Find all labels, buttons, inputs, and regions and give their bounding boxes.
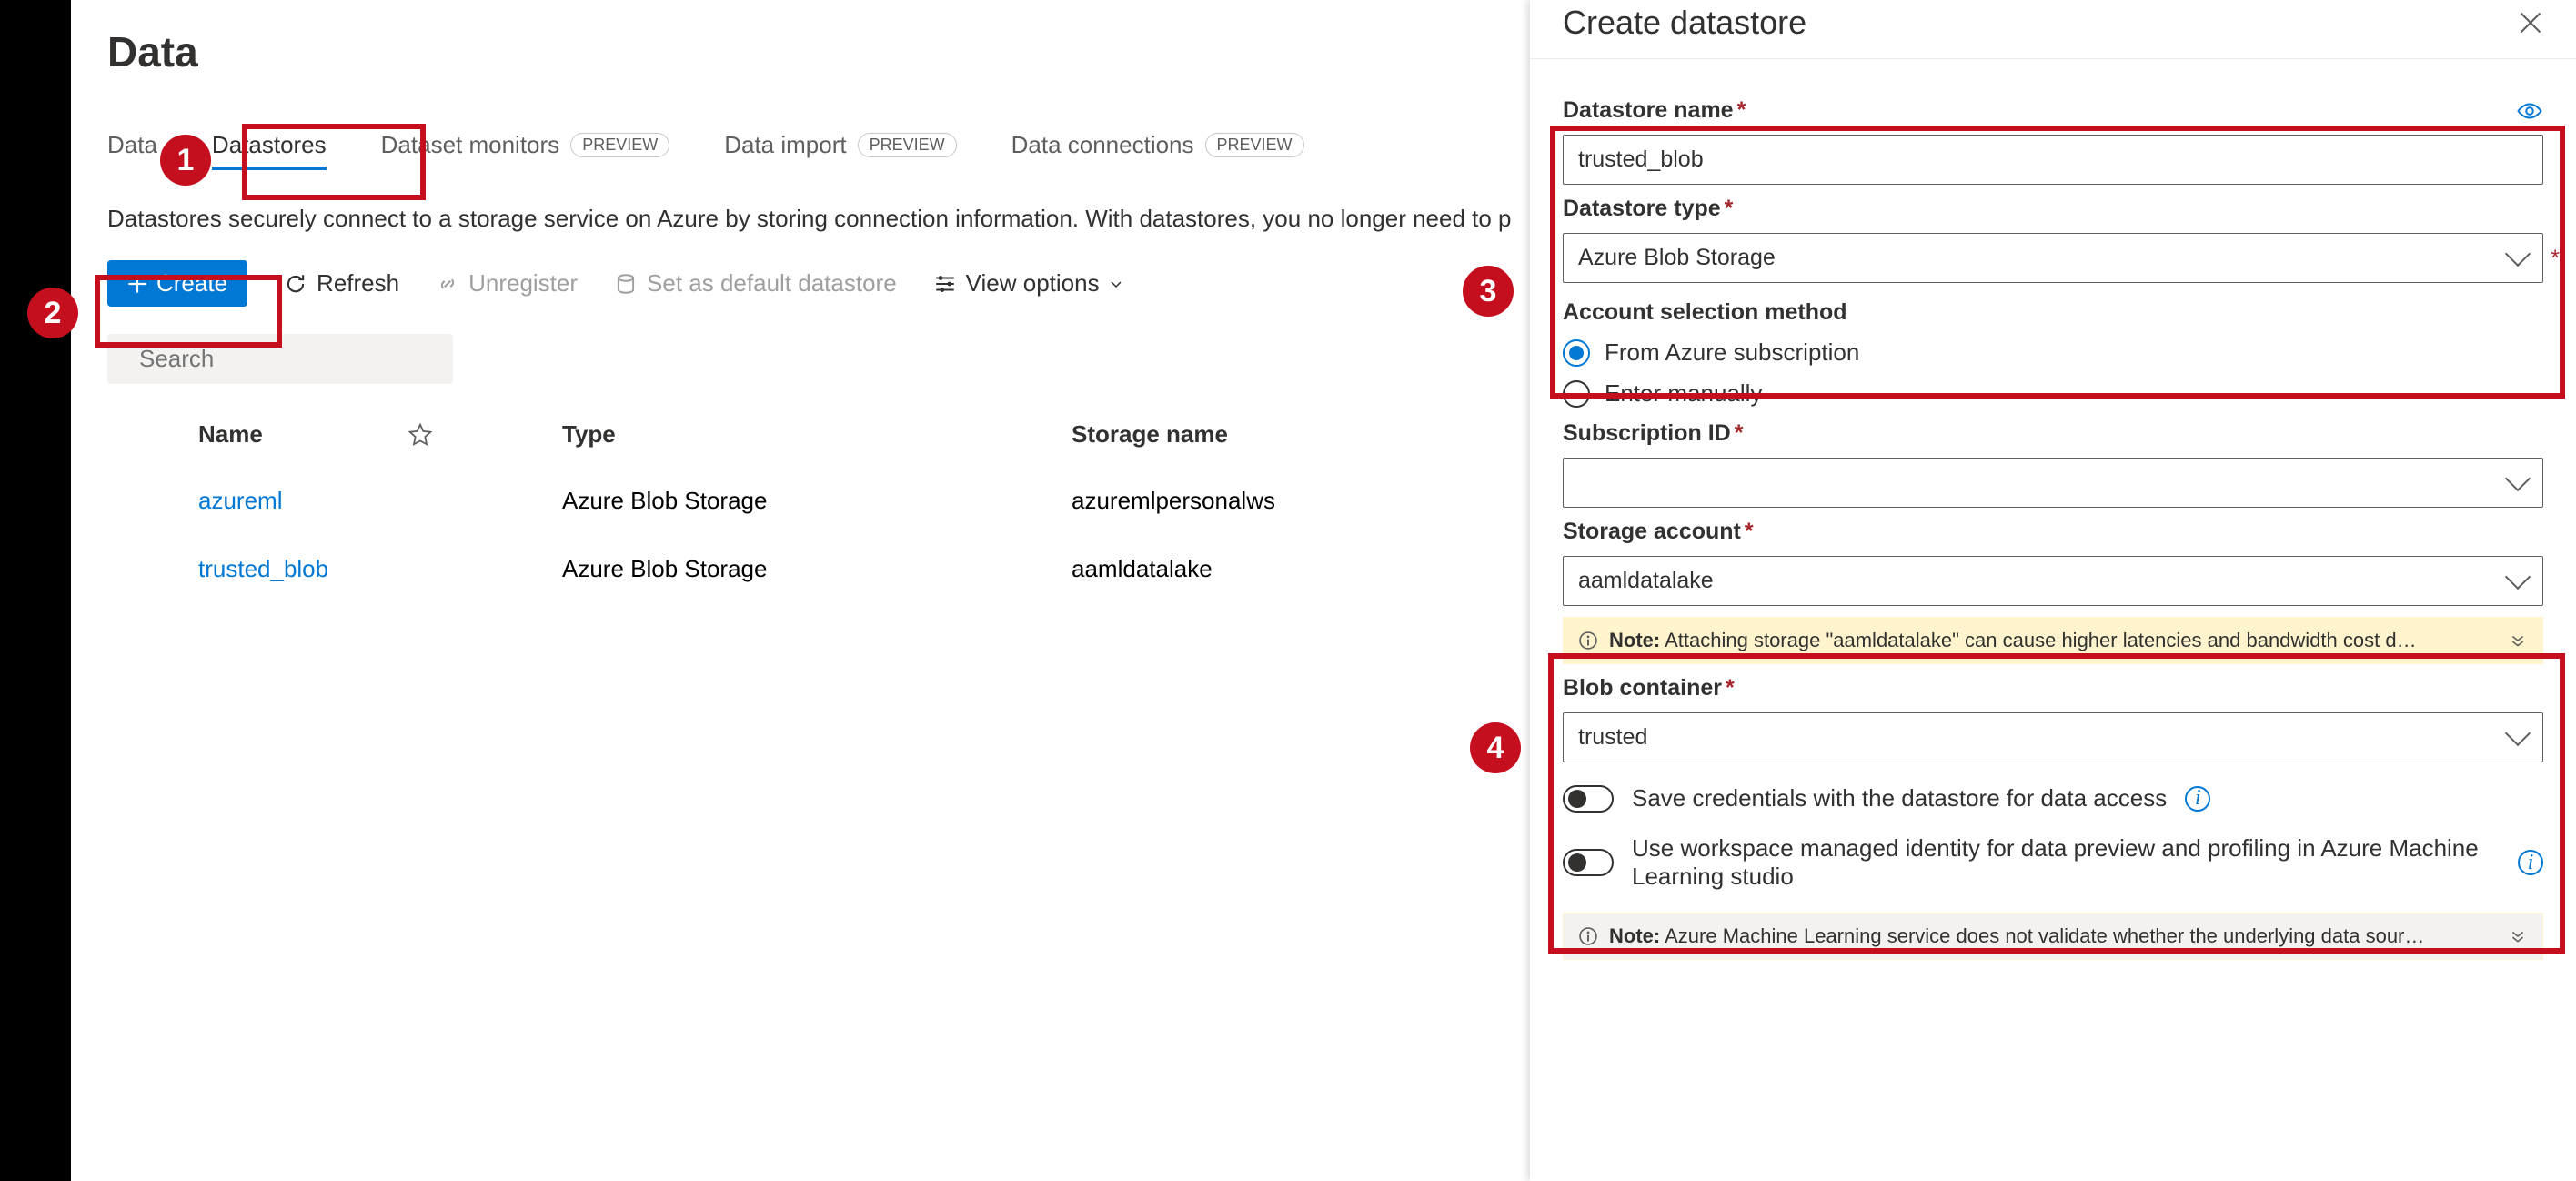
tab-data-assets[interactable]: Data — [107, 131, 157, 168]
chevron-down-icon — [1109, 277, 1123, 291]
close-icon — [2518, 10, 2543, 35]
datastore-link[interactable]: trusted_blob — [198, 555, 328, 583]
tab-data-import[interactable]: Data import PREVIEW — [724, 131, 956, 168]
datastore-icon — [614, 272, 638, 296]
tab-dataset-monitors[interactable]: Dataset monitors PREVIEW — [381, 131, 670, 168]
set-default-label: Set as default datastore — [647, 269, 897, 298]
eye-icon[interactable] — [2516, 101, 2543, 121]
star-icon — [408, 423, 432, 447]
search-input[interactable] — [139, 345, 444, 373]
radio-label: From Azure subscription — [1605, 338, 1859, 367]
datastore-name-label: Datastore name* — [1563, 97, 2543, 124]
radio-from-subscription[interactable]: From Azure subscription — [1563, 338, 2543, 367]
create-button[interactable]: Create — [107, 260, 247, 307]
sliders-icon — [933, 272, 957, 296]
panel-body: Datastore name* Datastore type* * Accoun… — [1530, 59, 2576, 1181]
search-box[interactable] — [107, 334, 453, 384]
radio-label: Enter manually — [1605, 379, 1762, 408]
view-options-label: View options — [966, 269, 1100, 298]
radio-icon — [1563, 339, 1590, 367]
tab-label: Data import — [724, 131, 846, 159]
plus-icon — [127, 274, 147, 294]
storage-note[interactable]: Note: Attaching storage "aamldatalake" c… — [1563, 617, 2543, 664]
datastore-type-select[interactable] — [1563, 233, 2543, 283]
expand-icon[interactable] — [2510, 632, 2526, 649]
blob-container-select[interactable] — [1563, 712, 2543, 762]
col-name-header[interactable]: Name — [198, 420, 263, 449]
refresh-icon — [284, 272, 307, 296]
storage-account-label: Storage account* — [1563, 519, 2543, 545]
preview-badge: PREVIEW — [1205, 133, 1304, 157]
subscription-id-label: Subscription ID* — [1563, 420, 2543, 447]
info-icon — [1578, 926, 1598, 946]
note-text: Note: Azure Machine Learning service doe… — [1609, 924, 2424, 948]
subscription-id-select[interactable] — [1563, 458, 2543, 508]
info-icon[interactable]: i — [2518, 850, 2543, 875]
preview-badge: PREVIEW — [570, 133, 669, 157]
tab-label: Data — [107, 131, 157, 159]
datastore-type-label: Datastore type* — [1563, 196, 2543, 222]
blob-container-label: Blob container* — [1563, 675, 2543, 702]
tab-label: Datastores — [212, 131, 327, 159]
left-gutter — [0, 0, 71, 1181]
close-button[interactable] — [2518, 10, 2543, 35]
tab-datastores[interactable]: Datastores — [212, 131, 327, 168]
create-label: Create — [156, 269, 227, 298]
radio-icon — [1563, 380, 1590, 408]
tab-label: Dataset monitors — [381, 131, 560, 159]
col-type-header[interactable]: Type — [562, 420, 1072, 449]
row-type: Azure Blob Storage — [562, 555, 1072, 583]
row-type: Azure Blob Storage — [562, 487, 1072, 515]
toggle-label: Save credentials with the datastore for … — [1632, 784, 2167, 813]
refresh-label: Refresh — [317, 269, 399, 298]
toggle-label: Use workspace managed identity for data … — [1632, 834, 2500, 891]
preview-badge: PREVIEW — [858, 133, 957, 157]
refresh-button[interactable]: Refresh — [284, 269, 399, 298]
save-credentials-toggle[interactable] — [1563, 785, 1614, 813]
account-selection-label: Account selection method — [1563, 299, 2543, 326]
save-credentials-toggle-row: Save credentials with the datastore for … — [1563, 784, 2543, 813]
note-text: Note: Attaching storage "aamldatalake" c… — [1609, 629, 2417, 652]
tab-data-connections[interactable]: Data connections PREVIEW — [1011, 131, 1304, 168]
info-icon — [1578, 631, 1598, 651]
managed-identity-toggle[interactable] — [1563, 849, 1614, 876]
expand-icon[interactable] — [2510, 928, 2526, 944]
set-default-button: Set as default datastore — [614, 269, 897, 298]
radio-enter-manually[interactable]: Enter manually — [1563, 379, 2543, 408]
storage-account-select[interactable] — [1563, 556, 2543, 606]
datastore-link[interactable]: azureml — [198, 487, 282, 515]
callout-badge-1: 1 — [160, 135, 211, 186]
callout-badge-4: 4 — [1470, 722, 1521, 773]
view-options-button[interactable]: View options — [933, 269, 1123, 298]
callout-badge-2: 2 — [27, 288, 78, 338]
unlink-icon — [436, 272, 459, 296]
validate-note[interactable]: Note: Azure Machine Learning service doe… — [1563, 913, 2543, 960]
panel-title: Create datastore — [1563, 4, 1806, 42]
unregister-label: Unregister — [468, 269, 578, 298]
required-asterisk: * — [2551, 246, 2560, 272]
info-icon[interactable]: i — [2185, 786, 2210, 812]
create-datastore-panel: Create datastore Datastore name* Datasto… — [1530, 0, 2576, 1181]
panel-header: Create datastore — [1530, 0, 2576, 59]
callout-badge-3: 3 — [1463, 266, 1514, 317]
managed-identity-toggle-row: Use workspace managed identity for data … — [1563, 834, 2543, 891]
unregister-button: Unregister — [436, 269, 578, 298]
tab-label: Data connections — [1011, 131, 1194, 159]
datastore-name-input[interactable] — [1563, 135, 2543, 185]
